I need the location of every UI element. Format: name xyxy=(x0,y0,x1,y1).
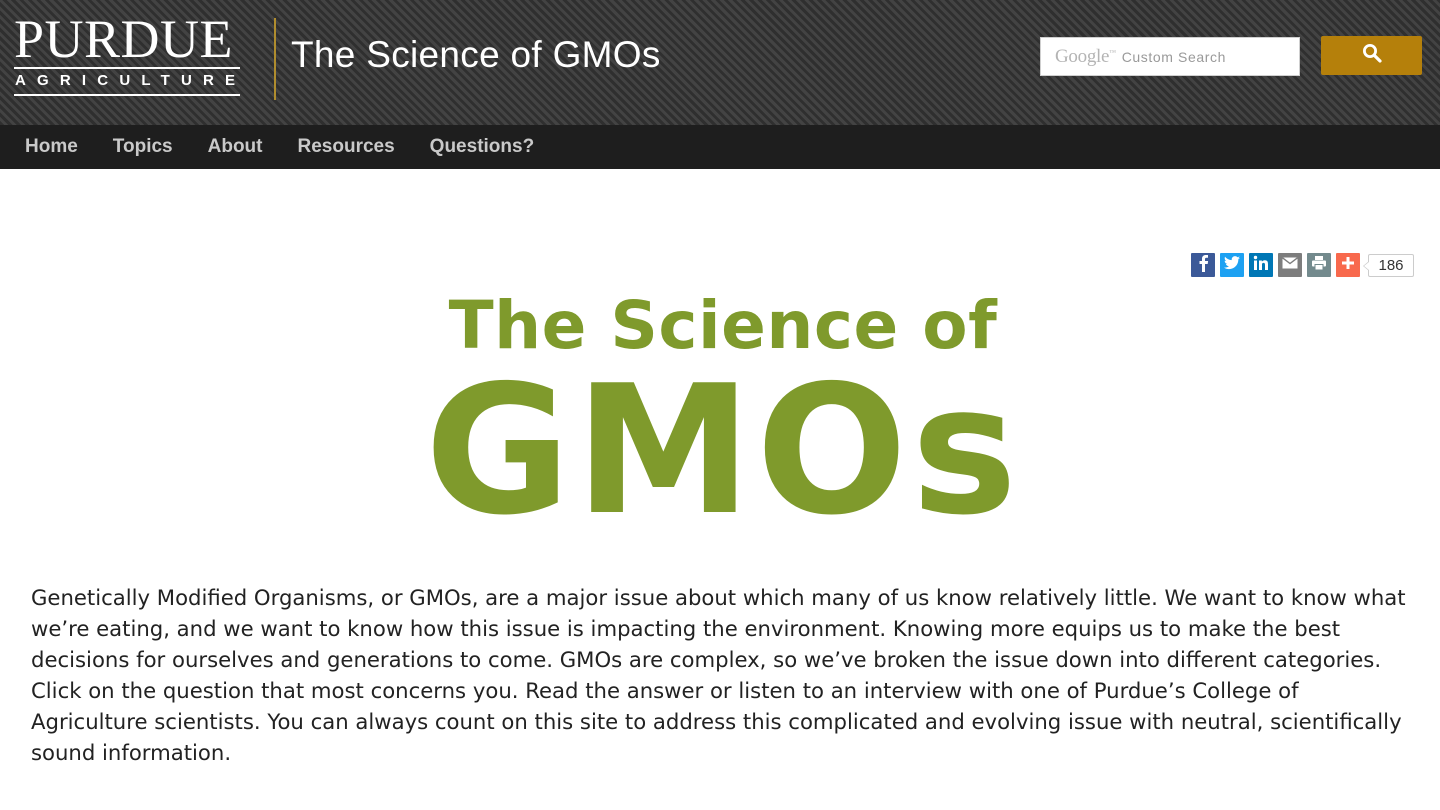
twitter-share-button[interactable] xyxy=(1220,253,1244,277)
print-share-button[interactable] xyxy=(1307,253,1331,277)
nav-item-about[interactable]: About xyxy=(208,125,263,169)
print-icon xyxy=(1311,255,1327,276)
linkedin-share-button[interactable] xyxy=(1249,253,1273,277)
email-share-button[interactable] xyxy=(1278,253,1302,277)
logo-rule-top xyxy=(14,67,240,69)
intro-paragraph: Genetically Modified Organisms, or GMOs,… xyxy=(31,585,1406,765)
twitter-icon xyxy=(1224,255,1240,275)
email-icon xyxy=(1282,256,1298,274)
nav-item-resources[interactable]: Resources xyxy=(298,125,395,169)
facebook-share-button[interactable] xyxy=(1191,253,1215,277)
header-divider xyxy=(274,18,276,100)
search-input[interactable]: Google™ Custom Search xyxy=(1040,37,1300,76)
search-icon xyxy=(1362,43,1382,68)
share-count: 186 xyxy=(1363,253,1414,277)
logo-rule-bottom xyxy=(14,94,240,96)
plus-icon xyxy=(1341,256,1355,275)
main-nav: Home Topics About Resources Questions? xyxy=(0,125,1440,169)
site-title[interactable]: The Science of GMOs xyxy=(291,34,661,76)
more-share-button[interactable] xyxy=(1336,253,1360,277)
search-placeholder: Custom Search xyxy=(1121,48,1226,65)
search-button[interactable] xyxy=(1321,36,1422,75)
nav-item-home[interactable]: Home xyxy=(25,125,78,169)
logo-subline: AGRICULTURE xyxy=(15,72,247,89)
logo-wordmark: PURDUE xyxy=(14,9,234,69)
hero-heading-line2: GMOs xyxy=(424,347,1022,554)
nav-item-questions[interactable]: Questions? xyxy=(430,125,535,169)
share-bar: 186 xyxy=(1191,253,1414,277)
linkedin-icon xyxy=(1253,255,1269,276)
site-header: PURDUE AGRICULTURE The Science of GMOs G… xyxy=(0,0,1440,125)
purdue-agriculture-logo[interactable]: PURDUE AGRICULTURE xyxy=(14,9,242,96)
facebook-icon xyxy=(1196,254,1210,277)
nav-item-topics[interactable]: Topics xyxy=(113,125,173,169)
google-brand-mark: Google™ xyxy=(1055,45,1116,67)
